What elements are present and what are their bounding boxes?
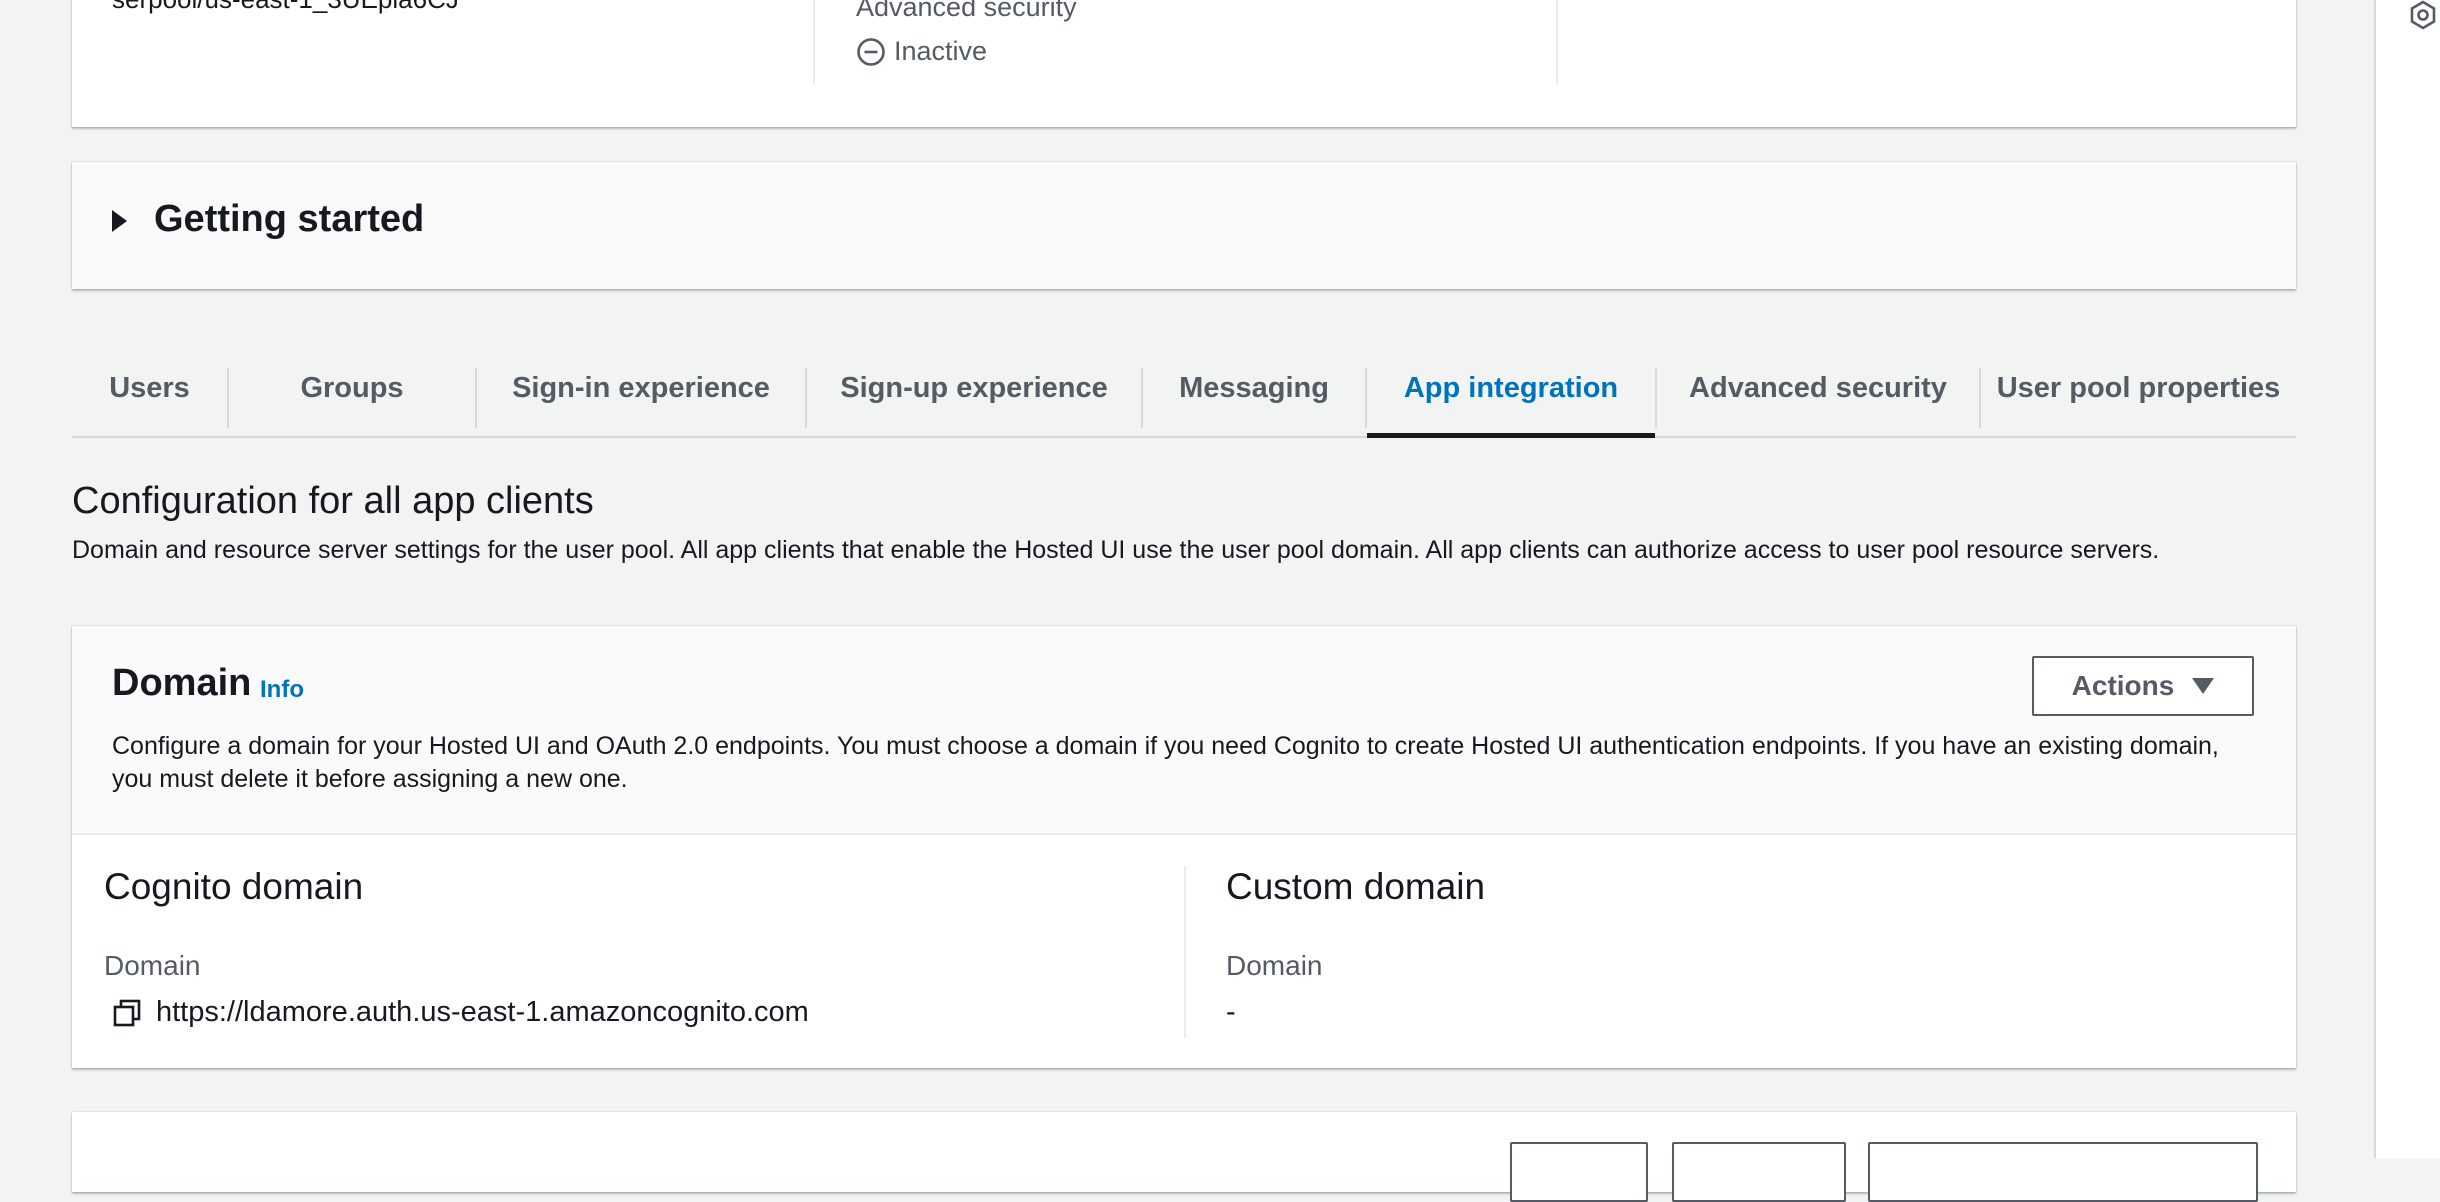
custom-domain-title: Custom domain [1226, 866, 1486, 907]
domain-card-title: Domain [112, 662, 252, 704]
advanced-security-status: Inactive [856, 36, 987, 67]
user-pool-arn: serpool/us-east-1_3UEpla6CJ [112, 0, 459, 15]
getting-started-expandable[interactable]: Getting started [72, 162, 2296, 289]
advanced-security-label: Advanced security [856, 0, 1077, 22]
card-button[interactable] [1510, 1142, 1648, 1202]
user-pool-overview-card: serpool/us-east-1_3UEpla6CJ Advanced sec… [72, 0, 2296, 127]
tab-messaging[interactable]: Messaging [1143, 340, 1365, 436]
tab-groups[interactable]: Groups [229, 340, 475, 436]
config-section-description: Domain and resource server settings for … [72, 536, 2160, 564]
inactive-status-icon [857, 37, 885, 66]
tools-panel-strip [2374, 0, 2440, 1158]
caret-down-icon[interactable] [2192, 678, 2215, 694]
cognito-domain-url: https://ldamore.auth.us-east-1.amazoncog… [156, 996, 809, 1028]
copy-icon[interactable] [112, 998, 142, 1028]
tab-users[interactable]: Users [72, 340, 227, 436]
settings-hex-icon[interactable] [2408, 0, 2438, 30]
user-pool-tabs: Users Groups Sign-in experience Sign-up … [72, 340, 2296, 438]
actions-label[interactable]: Actions [2072, 670, 2175, 702]
custom-domain-label: Domain [1226, 950, 1323, 981]
info-link[interactable]: Info [260, 676, 304, 704]
tab-app-integration[interactable]: App integration [1367, 340, 1655, 438]
tab-user-pool-properties[interactable]: User pool properties [1981, 340, 2296, 436]
caret-right-icon[interactable] [112, 210, 127, 232]
next-section-card [72, 1112, 2296, 1202]
card-button[interactable] [1868, 1142, 2258, 1202]
custom-domain-value: - [1226, 996, 1236, 1028]
cognito-domain-value: https://ldamore.auth.us-east-1.amazoncog… [112, 996, 809, 1029]
advanced-security-status-text: Inactive [894, 36, 988, 66]
column-divider [1556, 0, 1558, 85]
config-section-title: Configuration for all app clients [72, 480, 594, 522]
tab-advanced-security[interactable]: Advanced security [1657, 340, 1979, 436]
cognito-domain-label: Domain [104, 950, 201, 981]
column-divider [813, 0, 815, 85]
actions-dropdown-button[interactable]: Actions [2032, 656, 2254, 716]
domain-card-header: Domain Info Actions Configure a domain f… [72, 626, 2296, 835]
domain-card: Domain Info Actions Configure a domain f… [72, 626, 2296, 1068]
domain-card-description: Configure a domain for your Hosted UI an… [112, 732, 2219, 793]
card-button[interactable] [1672, 1142, 1846, 1202]
column-divider [1184, 866, 1186, 1038]
getting-started-title[interactable]: Getting started [154, 198, 424, 241]
cognito-domain-title: Cognito domain [104, 866, 364, 907]
tab-sign-in-experience[interactable]: Sign-in experience [477, 340, 805, 436]
tab-sign-up-experience[interactable]: Sign-up experience [807, 340, 1141, 436]
